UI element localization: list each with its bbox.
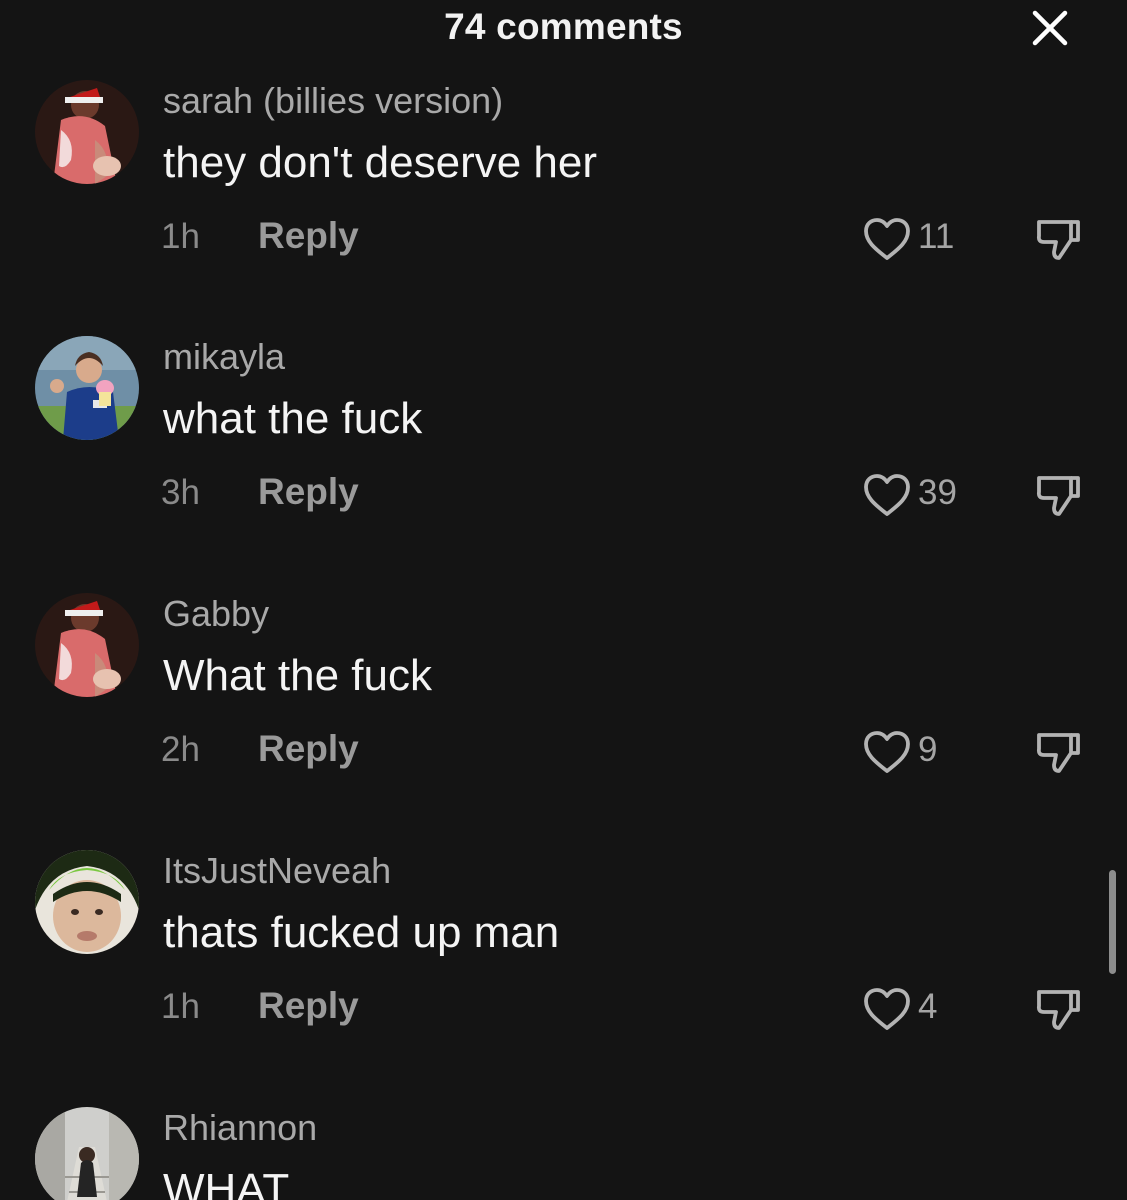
thumbs-down-icon <box>1036 476 1080 516</box>
reply-button[interactable]: Reply <box>258 728 359 770</box>
comments-header: 74 comments <box>0 0 1127 60</box>
like-count: 9 <box>918 730 938 769</box>
comment-username[interactable]: mikayla <box>163 336 285 378</box>
comment-username[interactable]: ItsJustNeveah <box>163 850 391 892</box>
like-button[interactable] <box>862 216 912 264</box>
like-button[interactable] <box>862 729 912 777</box>
reply-button[interactable]: Reply <box>258 985 359 1027</box>
like-count: 11 <box>918 217 955 256</box>
heart-icon <box>864 731 910 773</box>
reply-button[interactable]: Reply <box>258 215 359 257</box>
comment-username[interactable]: sarah (billies version) <box>163 80 503 122</box>
thumbs-down-icon <box>1036 733 1080 773</box>
comments-count-title: 74 comments <box>444 6 683 47</box>
comment-item: sarah (billies version) they don't deser… <box>0 80 1127 338</box>
heart-icon <box>864 218 910 260</box>
comment-item: Rhiannon WHAT <box>0 1107 1127 1200</box>
dislike-button[interactable] <box>1033 727 1083 777</box>
close-icon <box>1032 10 1068 46</box>
like-count: 39 <box>918 473 957 512</box>
comment-username[interactable]: Gabby <box>163 593 269 635</box>
dislike-button[interactable] <box>1033 470 1083 520</box>
dislike-button[interactable] <box>1033 214 1083 264</box>
comment-username[interactable]: Rhiannon <box>163 1107 317 1149</box>
heart-icon <box>864 988 910 1030</box>
dislike-button[interactable] <box>1033 984 1083 1034</box>
like-count: 4 <box>918 987 938 1026</box>
avatar[interactable] <box>35 850 139 954</box>
comment-text: what the fuck <box>163 394 423 443</box>
thumbs-down-icon <box>1036 990 1080 1030</box>
reply-button[interactable]: Reply <box>258 471 359 513</box>
like-button[interactable] <box>862 986 912 1034</box>
comment-timestamp: 1h <box>161 217 200 256</box>
comment-timestamp: 1h <box>161 987 200 1026</box>
comment-text: What the fuck <box>163 651 433 700</box>
comment-text: thats fucked up man <box>163 908 560 957</box>
avatar[interactable] <box>35 1107 139 1200</box>
comment-text: they don't deserve her <box>163 138 598 187</box>
comment-timestamp: 2h <box>161 730 200 769</box>
avatar[interactable] <box>35 593 139 697</box>
avatar[interactable] <box>35 80 139 184</box>
comment-item: ItsJustNeveah thats fucked up man 1h Rep… <box>0 850 1127 1108</box>
comment-text: WHAT <box>163 1165 290 1200</box>
avatar[interactable] <box>35 336 139 440</box>
heart-icon <box>864 474 910 516</box>
like-button[interactable] <box>862 472 912 520</box>
comment-timestamp: 3h <box>161 473 200 512</box>
comment-item: Gabby What the fuck 2h Reply 9 <box>0 593 1127 851</box>
comment-item: mikayla what the fuck 3h Reply 39 <box>0 336 1127 594</box>
close-button[interactable] <box>1030 8 1070 48</box>
scrollbar[interactable] <box>1109 870 1116 974</box>
thumbs-down-icon <box>1036 220 1080 260</box>
